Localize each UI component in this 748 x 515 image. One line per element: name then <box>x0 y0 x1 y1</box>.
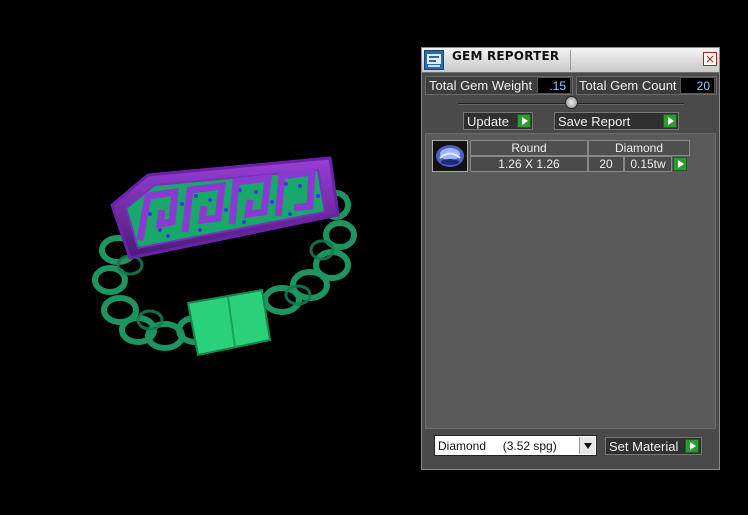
total-count-value: 20 <box>680 77 715 94</box>
play-arrow-icon <box>663 114 677 128</box>
set-material-button[interactable]: Set Material <box>605 437 702 455</box>
material-dropdown-value: Diamond (3.52 spg) <box>438 439 557 453</box>
update-label: Update <box>467 114 509 129</box>
titlebar-divider <box>570 50 571 70</box>
save-report-label: Save Report <box>558 114 631 129</box>
gem-shape-header: Round <box>470 140 588 156</box>
panel-titlebar[interactable]: GEM REPORTER × <box>422 48 719 73</box>
play-arrow-icon <box>517 114 531 128</box>
save-report-button[interactable]: Save Report <box>554 112 679 130</box>
close-button[interactable]: × <box>703 52 717 66</box>
material-dropdown[interactable]: Diamond (3.52 spg) <box>434 435 597 456</box>
gem-row-select-button[interactable] <box>673 157 687 171</box>
ring-3d-model[interactable] <box>0 0 420 515</box>
round-gem-icon <box>432 140 468 172</box>
gem-size-cell: 1.26 X 1.26 <box>470 156 588 172</box>
gem-list[interactable]: Round Diamond 1.26 X 1.26 20 0.15tw <box>425 133 716 429</box>
size-slider-thumb[interactable] <box>565 96 578 109</box>
total-count-label: Total Gem Count <box>579 78 677 93</box>
chevron-down-icon[interactable] <box>579 437 595 454</box>
total-weight-value: .15 <box>537 77 571 94</box>
3d-viewport[interactable] <box>0 0 420 515</box>
gem-reporter-panel: GEM REPORTER × Total Gem Weight .15 Tota… <box>421 47 720 470</box>
total-weight-label: Total Gem Weight <box>429 78 533 93</box>
gem-weight-cell: 0.15tw <box>624 156 672 172</box>
gem-count-cell: 20 <box>588 156 624 172</box>
gem-material-header: Diamond <box>588 140 690 156</box>
play-arrow-icon <box>685 439 699 453</box>
panel-title: GEM REPORTER <box>452 49 560 63</box>
gem-reporter-icon <box>424 50 444 70</box>
update-button[interactable]: Update <box>463 112 533 130</box>
set-material-label: Set Material <box>609 439 679 454</box>
